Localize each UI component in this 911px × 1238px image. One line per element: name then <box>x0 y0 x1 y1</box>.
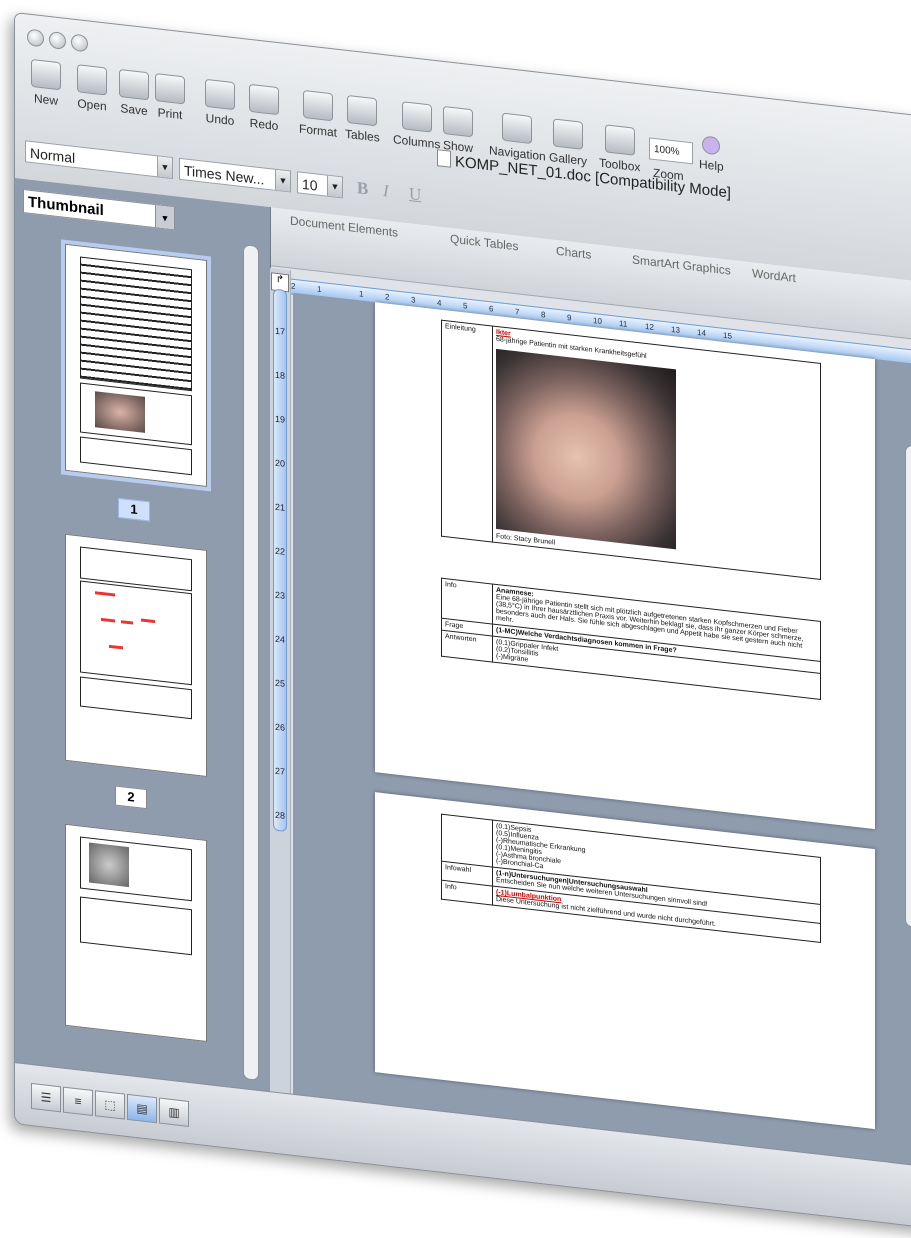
question-table: Einleitung Ikter 68-jährige Patientin mi… <box>441 320 821 580</box>
draft-view-button[interactable]: ☰ <box>31 1082 61 1113</box>
row-label: Antworten <box>441 630 493 663</box>
columns-button[interactable]: Columns <box>393 100 440 152</box>
open-button[interactable]: Open <box>77 64 107 114</box>
page-number-2[interactable]: 2 <box>115 785 147 810</box>
row-label: Einleitung <box>441 320 493 543</box>
format-button[interactable]: Format <box>299 89 337 140</box>
notebook-layout-icon: ▥ <box>168 1104 180 1120</box>
page-number-1[interactable]: 1 <box>118 497 150 522</box>
font-select[interactable]: Times New... ▼ <box>179 157 291 193</box>
show-button[interactable]: Show <box>443 105 474 155</box>
zoom-window-button[interactable] <box>71 33 88 53</box>
style-select[interactable]: Normal ▼ <box>25 140 173 180</box>
gallery-button[interactable]: Gallery <box>549 118 587 168</box>
printer-icon <box>155 73 185 105</box>
bold-button[interactable]: B <box>357 178 368 199</box>
pilcrow-icon <box>443 105 474 138</box>
save-button[interactable]: Save <box>119 68 149 118</box>
tables-button[interactable]: Tables <box>345 94 380 145</box>
chevron-down-icon: ▼ <box>327 175 342 198</box>
zoom-select[interactable]: 100% <box>649 137 693 165</box>
italic-button[interactable]: I <box>383 181 389 202</box>
navigation-button[interactable]: Navigation <box>489 111 546 164</box>
font-size-select[interactable]: 10 ▼ <box>297 171 343 199</box>
save-icon <box>119 68 149 101</box>
undo-button[interactable]: Undo <box>205 78 235 128</box>
page-thumbnail-2[interactable] <box>65 533 207 777</box>
answers-table: (0.1)Sepsis (0.5)Influenza (-)Rheumatisc… <box>441 814 821 943</box>
new-button[interactable]: New <box>31 58 61 108</box>
format-brush-icon <box>303 89 333 122</box>
print-layout-icon: ▤ <box>136 1100 148 1117</box>
row-label: Info <box>441 578 493 625</box>
publishing-layout-button[interactable]: ⬚ <box>95 1090 125 1120</box>
page-thumbnail-1[interactable] <box>61 239 211 492</box>
sidebar-scrollbar[interactable] <box>243 244 259 1081</box>
chevron-down-icon: ▼ <box>155 205 174 230</box>
thumbnail-sidebar: Thumbnail ▼ 1 2 <box>15 178 271 1093</box>
thumbnail-photo <box>95 391 145 433</box>
publishing-layout-icon: ⬚ <box>104 1097 116 1113</box>
redo-icon <box>249 83 279 116</box>
new-document-icon <box>31 58 61 91</box>
thumbnail-table <box>80 580 192 686</box>
chevron-down-icon: ▼ <box>275 169 290 192</box>
print-button[interactable]: Print <box>155 73 185 122</box>
document-scrollbar[interactable] <box>905 444 911 929</box>
outline-view-icon: ≡ <box>74 1093 82 1109</box>
document-area: Einleitung Ikter 68-jährige Patientin mi… <box>293 292 911 1175</box>
gallery-icon <box>553 118 583 150</box>
vertical-ruler[interactable]: ↱ 17 18 19 20 21 22 23 24 25 26 27 28 <box>270 268 291 1095</box>
columns-icon <box>401 101 432 133</box>
navigation-pane-icon <box>502 112 533 145</box>
draft-view-icon: ☰ <box>40 1090 52 1106</box>
minimize-window-button[interactable] <box>49 30 66 50</box>
thumbnail-table <box>80 836 192 902</box>
document-page-2[interactable]: (0.1)Sepsis (0.5)Influenza (-)Rheumatisc… <box>375 792 875 1130</box>
thumbnail-photo-frame <box>80 382 192 446</box>
tab-charts[interactable]: Charts <box>556 244 591 262</box>
undo-icon <box>205 78 235 111</box>
outline-view-button[interactable]: ≡ <box>63 1086 93 1117</box>
chevron-down-icon: ▼ <box>157 156 172 179</box>
answers-table: Info Anamnese: Eine 68-jährige Patientin … <box>441 578 821 700</box>
page-thumbnail-3[interactable] <box>65 823 207 1042</box>
redo-button[interactable]: Redo <box>249 83 279 133</box>
open-folder-icon <box>77 64 107 96</box>
patient-photo <box>496 348 676 550</box>
word-window: KOMP_NET_01.doc [Compatibility Mode] New… <box>14 12 911 1238</box>
document-page-1[interactable]: Einleitung Ikter 68-jährige Patientin mi… <box>375 302 875 830</box>
tab-quick-tables[interactable]: Quick Tables <box>450 232 518 254</box>
toolbox-icon <box>604 124 635 156</box>
thumbnail-image <box>89 842 129 888</box>
underline-button[interactable]: U <box>409 184 421 205</box>
tab-wordart[interactable]: WordArt <box>752 266 796 285</box>
toolbox-button[interactable]: Toolbox <box>599 124 640 174</box>
help-icon <box>702 135 721 156</box>
thumbnail-table <box>80 896 192 956</box>
close-window-button[interactable] <box>27 28 44 48</box>
help-button[interactable]: Help <box>699 135 724 174</box>
table-icon <box>347 94 378 127</box>
thumbnail-table <box>80 256 192 392</box>
sidebar-view-select[interactable]: Thumbnail ▼ <box>23 189 175 231</box>
print-layout-button[interactable]: ▤ <box>127 1093 157 1124</box>
notebook-layout-button[interactable]: ▥ <box>159 1097 189 1127</box>
